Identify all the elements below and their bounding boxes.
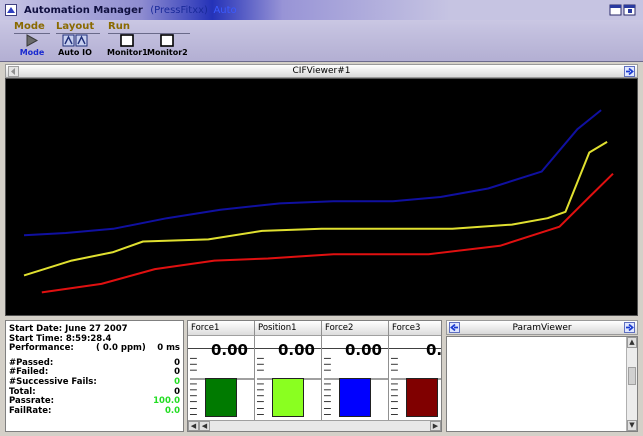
group-label-mode: Mode — [14, 21, 45, 32]
cif-viewer-header: CIFViewer#1 — [5, 64, 638, 78]
passrate-label: Passrate: — [9, 396, 55, 407]
monitor2-button[interactable]: Monitor2 — [147, 34, 188, 57]
cif-viewer-title: CIFViewer#1 — [292, 66, 351, 76]
scroll-left-button[interactable]: ◀ — [188, 421, 199, 431]
start-time-value: 8:59:28.4 — [65, 333, 112, 344]
total-value: 0 — [174, 386, 180, 397]
passed-label: #Passed: — [9, 357, 54, 368]
passed-value: 0 — [174, 357, 180, 368]
auto-io-button[interactable]: Auto IO — [56, 34, 94, 57]
param-viewer-title: ParamViewer — [512, 323, 572, 333]
scroll-right-button[interactable]: ▶ — [430, 421, 441, 431]
stat-failrate: FailRate: 0.0 — [9, 406, 180, 416]
performance-ms: 0 ms — [157, 343, 180, 354]
meter-value: 0.00 — [277, 341, 315, 359]
scroll-up-button[interactable]: ▲ — [627, 337, 637, 348]
meter-label: Force2 — [322, 321, 388, 336]
group-label-layout: Layout — [56, 21, 95, 32]
stat-start-date: Start Date: June 27 2007 — [9, 324, 180, 334]
app-logo-icon — [5, 4, 17, 16]
monitor1-button[interactable]: Monitor1 — [107, 34, 148, 57]
param-vertical-scrollbar[interactable]: ▲ ▼ — [626, 337, 637, 431]
scroll-left-end-button[interactable]: ◀ — [199, 421, 210, 431]
meter-position1: Position1 0.00 — [255, 321, 322, 421]
meter-force2: Force2 0.00 — [322, 321, 389, 421]
stat-performance: Performance: ( 0.0 ppm) 0 ms — [9, 343, 180, 353]
meter-bar — [205, 378, 237, 417]
start-time-label: Start Time: — [9, 333, 63, 344]
monitor-icon — [160, 34, 174, 47]
monitor1-button-label: Monitor1 — [107, 48, 148, 57]
param-viewer-panel: ParamViewer ▲ ▼ — [446, 320, 638, 432]
meter-value: 0.00 — [344, 341, 382, 359]
meters-horizontal-scrollbar[interactable]: ◀ ◀ ▶ — [188, 420, 441, 431]
meter-label: Position1 — [255, 321, 321, 336]
failrate-label: FailRate: — [9, 405, 52, 416]
start-date-label: Start Date: — [9, 324, 63, 334]
window-title: Automation Manager (PressFitxx) Auto — [24, 5, 237, 16]
toolbar-group-layout: Layout Auto IO — [56, 21, 100, 57]
meter-value: 0.00 — [210, 341, 248, 359]
meters-panel: Force1 0.00 Position1 0.00 Force2 0.00 F… — [187, 320, 442, 432]
stat-total: Total: 0 — [9, 387, 180, 397]
successive-fails-label: #Successive Fails: — [9, 376, 97, 387]
title-bar: Automation Manager (PressFitxx) Auto — [0, 0, 643, 20]
stat-passed: #Passed: 0 — [9, 358, 180, 368]
arrow-right-icon[interactable] — [624, 322, 635, 333]
curve-series-1 — [23, 109, 602, 237]
performance-label: Performance: — [9, 343, 74, 354]
toolbar-group-mode: Mode Mode — [14, 21, 50, 57]
group-label-run: Run — [108, 21, 130, 32]
arrow-right-icon[interactable] — [624, 66, 635, 77]
curve-plot — [23, 109, 614, 294]
meter-bar — [406, 378, 438, 417]
auto-io-button-label: Auto IO — [58, 48, 92, 57]
failed-value: 0 — [174, 367, 180, 378]
meter-force1: Force1 0.00 — [188, 321, 255, 421]
failed-label: #Failed: — [9, 367, 49, 378]
param-viewer-header: ParamViewer — [446, 320, 638, 335]
play-icon — [26, 34, 39, 47]
failrate-value: 0.0 — [164, 405, 180, 416]
window-layout-icon[interactable] — [609, 4, 637, 16]
mode-button[interactable]: Mode — [12, 34, 52, 57]
successive-fails-value: 0 — [174, 376, 180, 387]
meter-label: Force3 — [389, 321, 441, 336]
monitor2-button-label: Monitor2 — [147, 48, 188, 57]
app-title: Automation Manager — [24, 5, 143, 16]
run-mode: Auto — [213, 5, 237, 16]
monitor-icon — [120, 34, 134, 47]
scroll-thumb[interactable] — [628, 367, 636, 385]
curve-series-3 — [41, 172, 614, 294]
passrate-value: 100.0 — [153, 396, 180, 407]
start-date-value: June 27 2007 — [65, 324, 128, 334]
meter-value: 0.00 — [425, 341, 442, 359]
application-header: Automation Manager (PressFitxx) Auto Mod… — [0, 0, 643, 62]
meter-force3: Force3 0.00 — [389, 321, 442, 421]
meter-bar — [339, 378, 371, 417]
performance-ppm: ( 0.0 ppm) — [96, 343, 146, 354]
param-viewer-content[interactable]: ▲ ▼ — [446, 336, 638, 432]
stat-passrate: Passrate: 100.0 — [9, 396, 180, 406]
project-name: (PressFitxx) — [150, 5, 208, 16]
stat-failed: #Failed: 0 — [9, 367, 180, 377]
cif-viewer-plot[interactable] — [5, 78, 638, 316]
layout-icon — [62, 34, 88, 47]
total-label: Total: — [9, 386, 36, 397]
meter-label: Force1 — [188, 321, 254, 336]
scroll-down-button[interactable]: ▼ — [627, 420, 637, 431]
meter-bar — [272, 378, 304, 417]
stat-successive-fails: #Successive Fails: 0 — [9, 377, 180, 387]
toolbar-group-run: Run Monitor1 Monitor2 — [107, 21, 190, 57]
statistics-panel: Start Date: June 27 2007 Start Time: 8:5… — [5, 320, 184, 432]
stat-start-time: Start Time: 8:59:28.4 — [9, 334, 180, 344]
mode-button-label: Mode — [19, 48, 45, 57]
